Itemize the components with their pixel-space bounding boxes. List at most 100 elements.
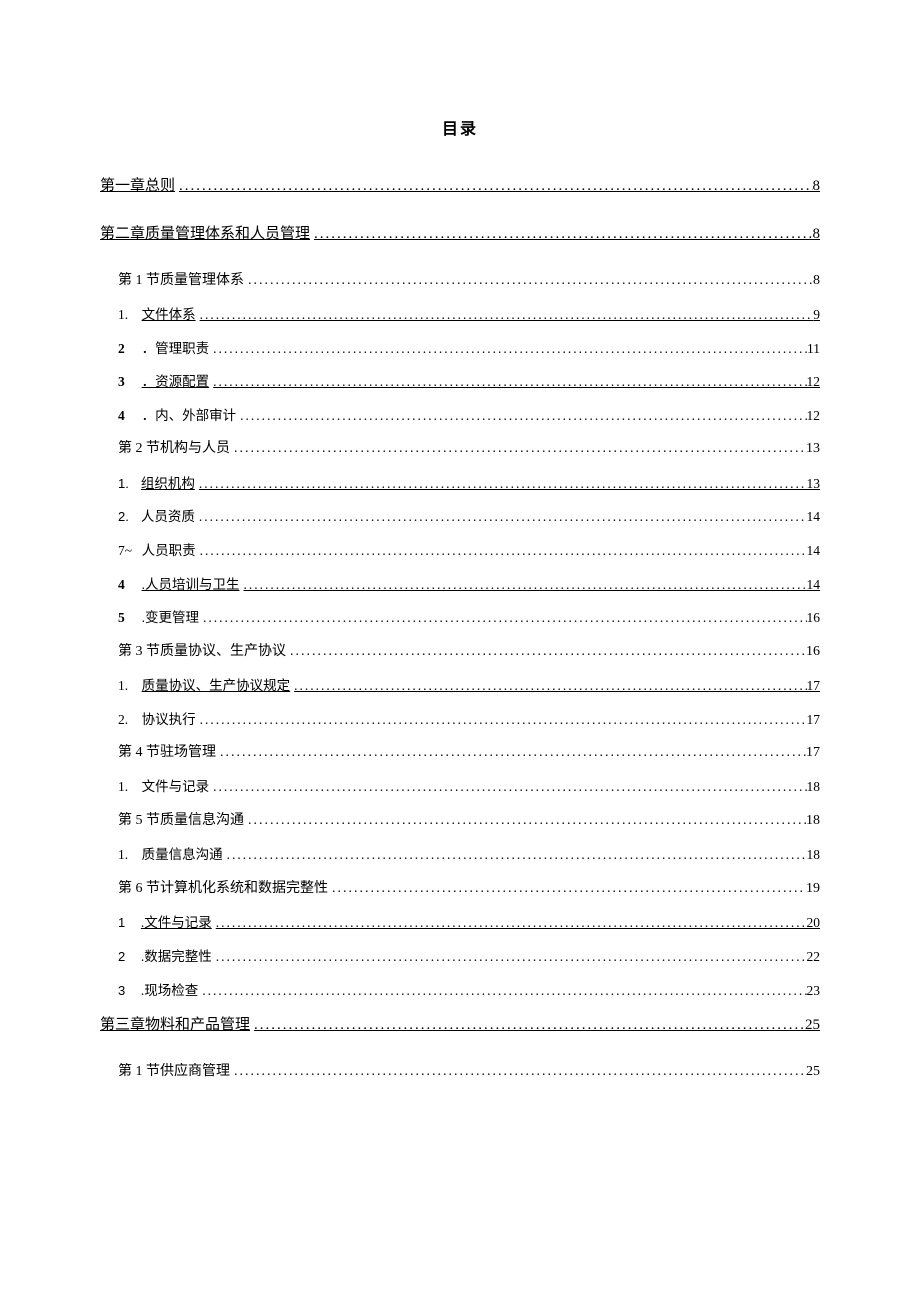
toc-leader-dots: ........................................… (196, 306, 814, 324)
toc-entry-page: 25 (805, 1016, 820, 1036)
toc-entry[interactable]: 1. 组织机构.................................… (118, 475, 820, 493)
toc-entry-label: 第 2 节机构与人员 (118, 440, 230, 458)
toc-entry-label: 4 ．内、外部审计 (118, 407, 236, 425)
toc-leader-dots: ........................................… (290, 677, 806, 695)
toc-leader-dots: ........................................… (196, 711, 807, 729)
toc-leader-dots: ........................................… (199, 609, 807, 627)
toc-entry-page: 14 (807, 542, 821, 560)
toc-entry-label: 第 5 节质量信息沟通 (118, 812, 244, 830)
toc-entry[interactable]: 1. 文件与记录................................… (118, 778, 820, 796)
toc-entry[interactable]: 5 .变更管理.................................… (118, 609, 820, 627)
toc-entry-page: 17 (807, 677, 821, 695)
toc-entry-label: 2. 协议执行 (118, 711, 196, 729)
table-of-contents: 第一章总则...................................… (100, 177, 820, 1081)
toc-leader-dots: ........................................… (310, 225, 812, 245)
toc-entry-label: 3 .现场检查 (118, 982, 198, 1000)
toc-entry-page: 13 (806, 440, 820, 458)
toc-entry-page: 20 (807, 914, 821, 932)
toc-entry-label: 1. 组织机构 (118, 475, 195, 493)
toc-entry[interactable]: 第 1 节质量管理体系.............................… (118, 272, 820, 290)
toc-entry-page: 18 (806, 812, 820, 830)
toc-entry-label: 1. 文件体系 (118, 306, 196, 324)
toc-entry[interactable]: 第 2 节机构与人员..............................… (118, 440, 820, 458)
toc-entry-label: 5 .变更管理 (118, 609, 199, 627)
toc-leader-dots: ........................................… (196, 542, 807, 560)
toc-entry-page: 12 (807, 373, 821, 391)
toc-entry-label: 第 1 节供应商管理 (118, 1063, 230, 1081)
toc-entry[interactable]: 7~ 人员职责.................................… (118, 542, 820, 560)
toc-entry-page: 8 (813, 272, 820, 290)
toc-leader-dots: ........................................… (209, 373, 806, 391)
toc-entry-label: 第 6 节计算机化系统和数据完整性 (118, 880, 328, 898)
toc-entry-label: 1 .文件与记录 (118, 914, 212, 932)
toc-leader-dots: ........................................… (198, 982, 806, 1000)
toc-leader-dots: ........................................… (216, 744, 806, 762)
toc-leader-dots: ........................................… (230, 440, 806, 458)
toc-entry[interactable]: 第一章总则...................................… (100, 177, 820, 197)
toc-entry-label: 4 .人员培训与卫生 (118, 576, 240, 594)
toc-entry[interactable]: 2 ．管理职责.................................… (118, 340, 820, 358)
toc-entry-label: 1. 文件与记录 (118, 778, 209, 796)
toc-entry[interactable]: 第三章物料和产品管理..............................… (100, 1016, 820, 1036)
toc-leader-dots: ........................................… (195, 475, 807, 493)
toc-entry-label: 第三章物料和产品管理 (100, 1016, 250, 1036)
toc-entry-page: 16 (807, 609, 821, 627)
toc-leader-dots: ........................................… (175, 177, 812, 197)
toc-leader-dots: ........................................… (244, 812, 806, 830)
toc-entry-label: 2. 人员资质 (118, 508, 195, 526)
toc-leader-dots: ........................................… (286, 643, 806, 661)
toc-leader-dots: ........................................… (328, 880, 806, 898)
toc-entry-page: 17 (807, 711, 821, 729)
toc-entry-page: 13 (807, 475, 821, 493)
toc-leader-dots: ........................................… (195, 508, 807, 526)
toc-entry[interactable]: 1. 质量协议、生产协议规定..........................… (118, 677, 820, 695)
toc-entry-label: 第 3 节质量协议、生产协议 (118, 643, 286, 661)
toc-entry[interactable]: 2. 人员资质.................................… (118, 508, 820, 526)
toc-leader-dots: ........................................… (209, 340, 807, 358)
toc-entry-label: 1. 质量协议、生产协议规定 (118, 677, 290, 695)
toc-leader-dots: ........................................… (223, 846, 807, 864)
toc-entry[interactable]: 第 4 节驻场管理...............................… (118, 744, 820, 762)
toc-entry-label: 第二章质量管理体系和人员管理 (100, 225, 310, 245)
toc-entry[interactable]: 第二章质量管理体系和人员管理..........................… (100, 225, 820, 245)
toc-entry-page: 17 (806, 744, 820, 762)
toc-entry-page: 8 (813, 225, 821, 245)
toc-entry-label: 7~ 人员职责 (118, 542, 196, 560)
document-page: 目录 第一章总则................................… (0, 0, 920, 1157)
toc-entry-page: 14 (807, 576, 821, 594)
toc-entry[interactable]: 4 .人员培训与卫生..............................… (118, 576, 820, 594)
toc-leader-dots: ........................................… (209, 778, 806, 796)
toc-title: 目录 (100, 115, 820, 139)
toc-entry[interactable]: 2. 协议执行.................................… (118, 711, 820, 729)
toc-entry-page: 12 (807, 407, 821, 425)
toc-entry-page: 19 (806, 880, 820, 898)
toc-entry[interactable]: 第 6 节计算机化系统和数据完整性.......................… (118, 880, 820, 898)
toc-entry-page: 23 (807, 982, 821, 1000)
toc-entry[interactable]: 1. 质量信息沟通...............................… (118, 846, 820, 864)
toc-entry-page: 22 (807, 948, 821, 966)
toc-entry-label: 第 1 节质量管理体系 (118, 272, 244, 290)
toc-entry[interactable]: 2 .数据完整性................................… (118, 948, 820, 966)
toc-leader-dots: ........................................… (212, 948, 807, 966)
toc-entry-page: 16 (806, 643, 820, 661)
toc-leader-dots: ........................................… (244, 272, 813, 290)
toc-leader-dots: ........................................… (230, 1063, 806, 1081)
toc-entry[interactable]: 3 .现场检查.................................… (118, 982, 820, 1000)
toc-leader-dots: ........................................… (250, 1016, 805, 1036)
toc-entry-label: 3 ．资源配置 (118, 373, 209, 391)
toc-entry[interactable]: 第 3 节质量协议、生产协议..........................… (118, 643, 820, 661)
toc-entry[interactable]: 1 .文件与记录................................… (118, 914, 820, 932)
toc-entry[interactable]: 第 5 节质量信息沟通.............................… (118, 812, 820, 830)
toc-leader-dots: ........................................… (236, 407, 806, 425)
toc-entry-page: 18 (807, 778, 821, 796)
toc-entry-page: 9 (813, 306, 820, 324)
toc-entry-label: 第 4 节驻场管理 (118, 744, 216, 762)
toc-entry[interactable]: 4 ．内、外部审计...............................… (118, 407, 820, 425)
toc-entry-page: 25 (806, 1063, 820, 1081)
toc-entry[interactable]: 第 1 节供应商管理..............................… (118, 1063, 820, 1081)
toc-entry[interactable]: 1. 文件体系.................................… (118, 306, 820, 324)
toc-entry-page: 11 (807, 340, 820, 358)
toc-entry[interactable]: 3 ．资源配置.................................… (118, 373, 820, 391)
toc-entry-label: 2 ．管理职责 (118, 340, 209, 358)
toc-entry-page: 14 (807, 508, 821, 526)
